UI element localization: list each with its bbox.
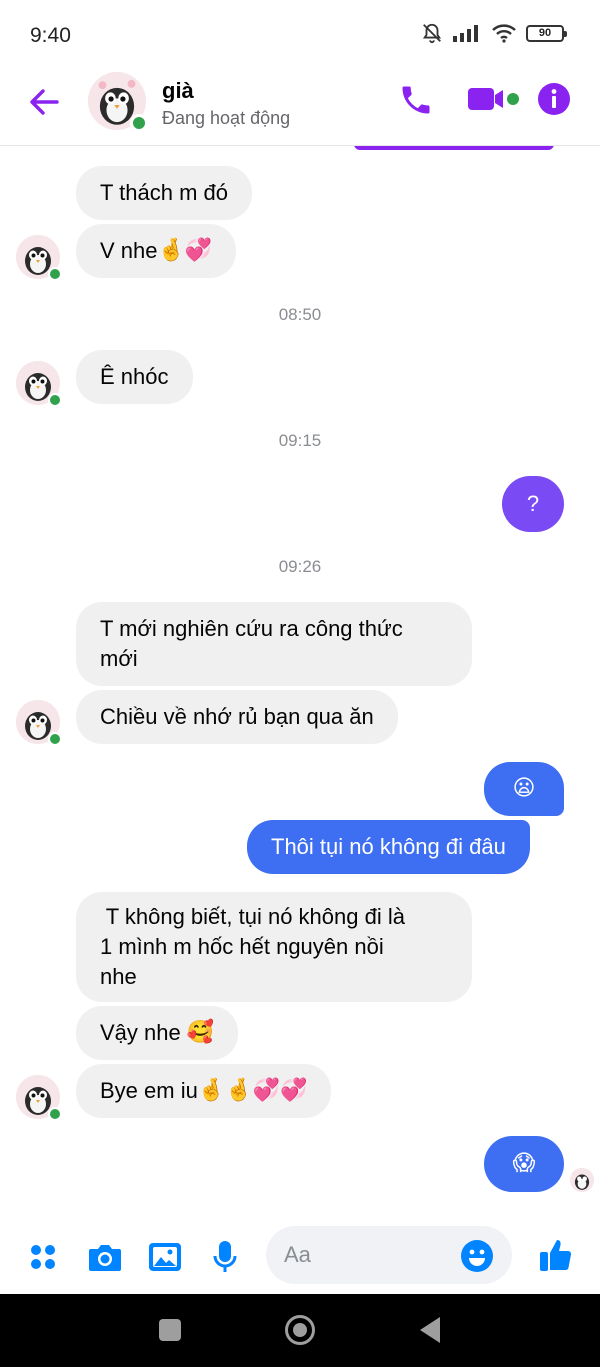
message-composer (0, 1218, 600, 1294)
camera-button[interactable] (86, 1238, 124, 1276)
sender-avatar[interactable] (16, 1075, 62, 1121)
message-text: Vậy nhe (100, 1020, 181, 1045)
message-emoji: 😱 (512, 1151, 536, 1176)
phone-icon (402, 86, 430, 114)
status-bar: 9:40 90 (0, 0, 600, 70)
message-text-line: 1 mình m hốc hết nguyên nồi (100, 934, 384, 959)
sent-message[interactable]: Thôi tụi nó không đi đâu (247, 820, 530, 874)
online-indicator (48, 732, 62, 746)
message-emoji: 😦 (512, 776, 536, 801)
online-indicator (48, 267, 62, 281)
message-emoji: 🤞🤞💞💞 (197, 1078, 308, 1103)
thumbs-up-icon (540, 1240, 572, 1271)
chat-header: già Đang hoạt động (0, 70, 600, 146)
message-text: V nhe (100, 238, 158, 263)
gallery-button[interactable] (146, 1238, 184, 1276)
like-button[interactable] (538, 1236, 576, 1274)
message-text-line: T không biết, tụi nó không đi là (100, 904, 405, 929)
message-emoji: 🤞💞 (157, 238, 213, 263)
message-text-line: nhe (100, 964, 137, 989)
mute-bell-icon (422, 23, 442, 44)
online-indicator (48, 393, 62, 407)
received-message[interactable]: V nhe 🤞💞 (76, 224, 237, 278)
signal-icon (453, 25, 478, 42)
system-back-button[interactable] (420, 1317, 440, 1343)
wifi-icon (492, 24, 516, 43)
online-indicator (48, 1107, 62, 1121)
voice-message-button[interactable] (206, 1238, 244, 1276)
system-navigation-bar (0, 1294, 600, 1367)
message-emoji: 🥰 (186, 1020, 215, 1045)
sender-avatar[interactable] (16, 700, 62, 746)
status-time: 9:40 (30, 24, 71, 47)
home-button[interactable] (285, 1315, 315, 1345)
back-button[interactable] (26, 84, 62, 120)
read-receipt-avatar (570, 1168, 594, 1192)
received-message[interactable]: Ê nhóc (76, 350, 193, 404)
video-camera-icon (468, 88, 519, 110)
video-call-button[interactable] (466, 84, 524, 116)
received-message[interactable]: T mới nghiên cứu ra công thức mới (76, 602, 472, 686)
received-message[interactable]: Vậy nhe 🥰 (76, 1006, 239, 1060)
more-actions-button[interactable] (24, 1238, 62, 1276)
contact-avatar[interactable] (88, 72, 148, 132)
online-indicator (130, 114, 148, 132)
emoji-button[interactable] (460, 1239, 494, 1273)
sent-message[interactable]: 😦 (484, 762, 564, 816)
info-icon (538, 83, 570, 115)
message-text: Thôi tụi nó không đi đâu (271, 834, 506, 859)
sent-message[interactable]: 😱 (484, 1136, 564, 1192)
received-message[interactable]: T không biết, tụi nó không đi là 1 mình … (76, 892, 472, 1002)
voice-call-button[interactable] (398, 82, 434, 118)
recents-button[interactable] (159, 1319, 181, 1341)
received-message[interactable]: Bye em iu 🤞🤞💞💞 (76, 1064, 332, 1118)
conversation-info-button[interactable] (537, 82, 571, 116)
sent-message[interactable]: ? (502, 476, 564, 532)
status-icons: 90 (421, 22, 567, 44)
battery-icon: 90 (526, 24, 567, 42)
sender-avatar[interactable] (16, 361, 62, 407)
message-timestamp: 08:50 (278, 305, 322, 324)
message-text: T thách m đó (100, 180, 228, 205)
message-text: Chiều về nhớ rủ bạn qua ăn (100, 704, 374, 729)
contact-name[interactable]: già (162, 78, 194, 104)
image-icon (149, 1243, 181, 1271)
message-text: Bye em iu (100, 1078, 198, 1103)
message-timestamp: 09:15 (278, 431, 322, 450)
received-message[interactable]: Chiều về nhớ rủ bạn qua ăn (76, 690, 398, 744)
avatar-image (570, 1168, 594, 1192)
emoji-icon (461, 1240, 493, 1272)
sender-avatar[interactable] (16, 235, 62, 281)
message-text: ? (526, 491, 540, 516)
contact-status: Đang hoạt động (162, 108, 291, 128)
message-text: Ê nhóc (100, 364, 169, 389)
microphone-icon (213, 1241, 237, 1272)
message-text-line: T mới nghiên cứu ra công thức (100, 616, 403, 641)
back-arrow-icon (30, 89, 59, 115)
menu-dots-icon (31, 1245, 55, 1269)
received-message[interactable]: T thách m đó (76, 166, 252, 220)
message-timestamp: 09:26 (278, 557, 322, 576)
message-text-line: mới (100, 646, 138, 671)
camera-icon (89, 1245, 121, 1271)
